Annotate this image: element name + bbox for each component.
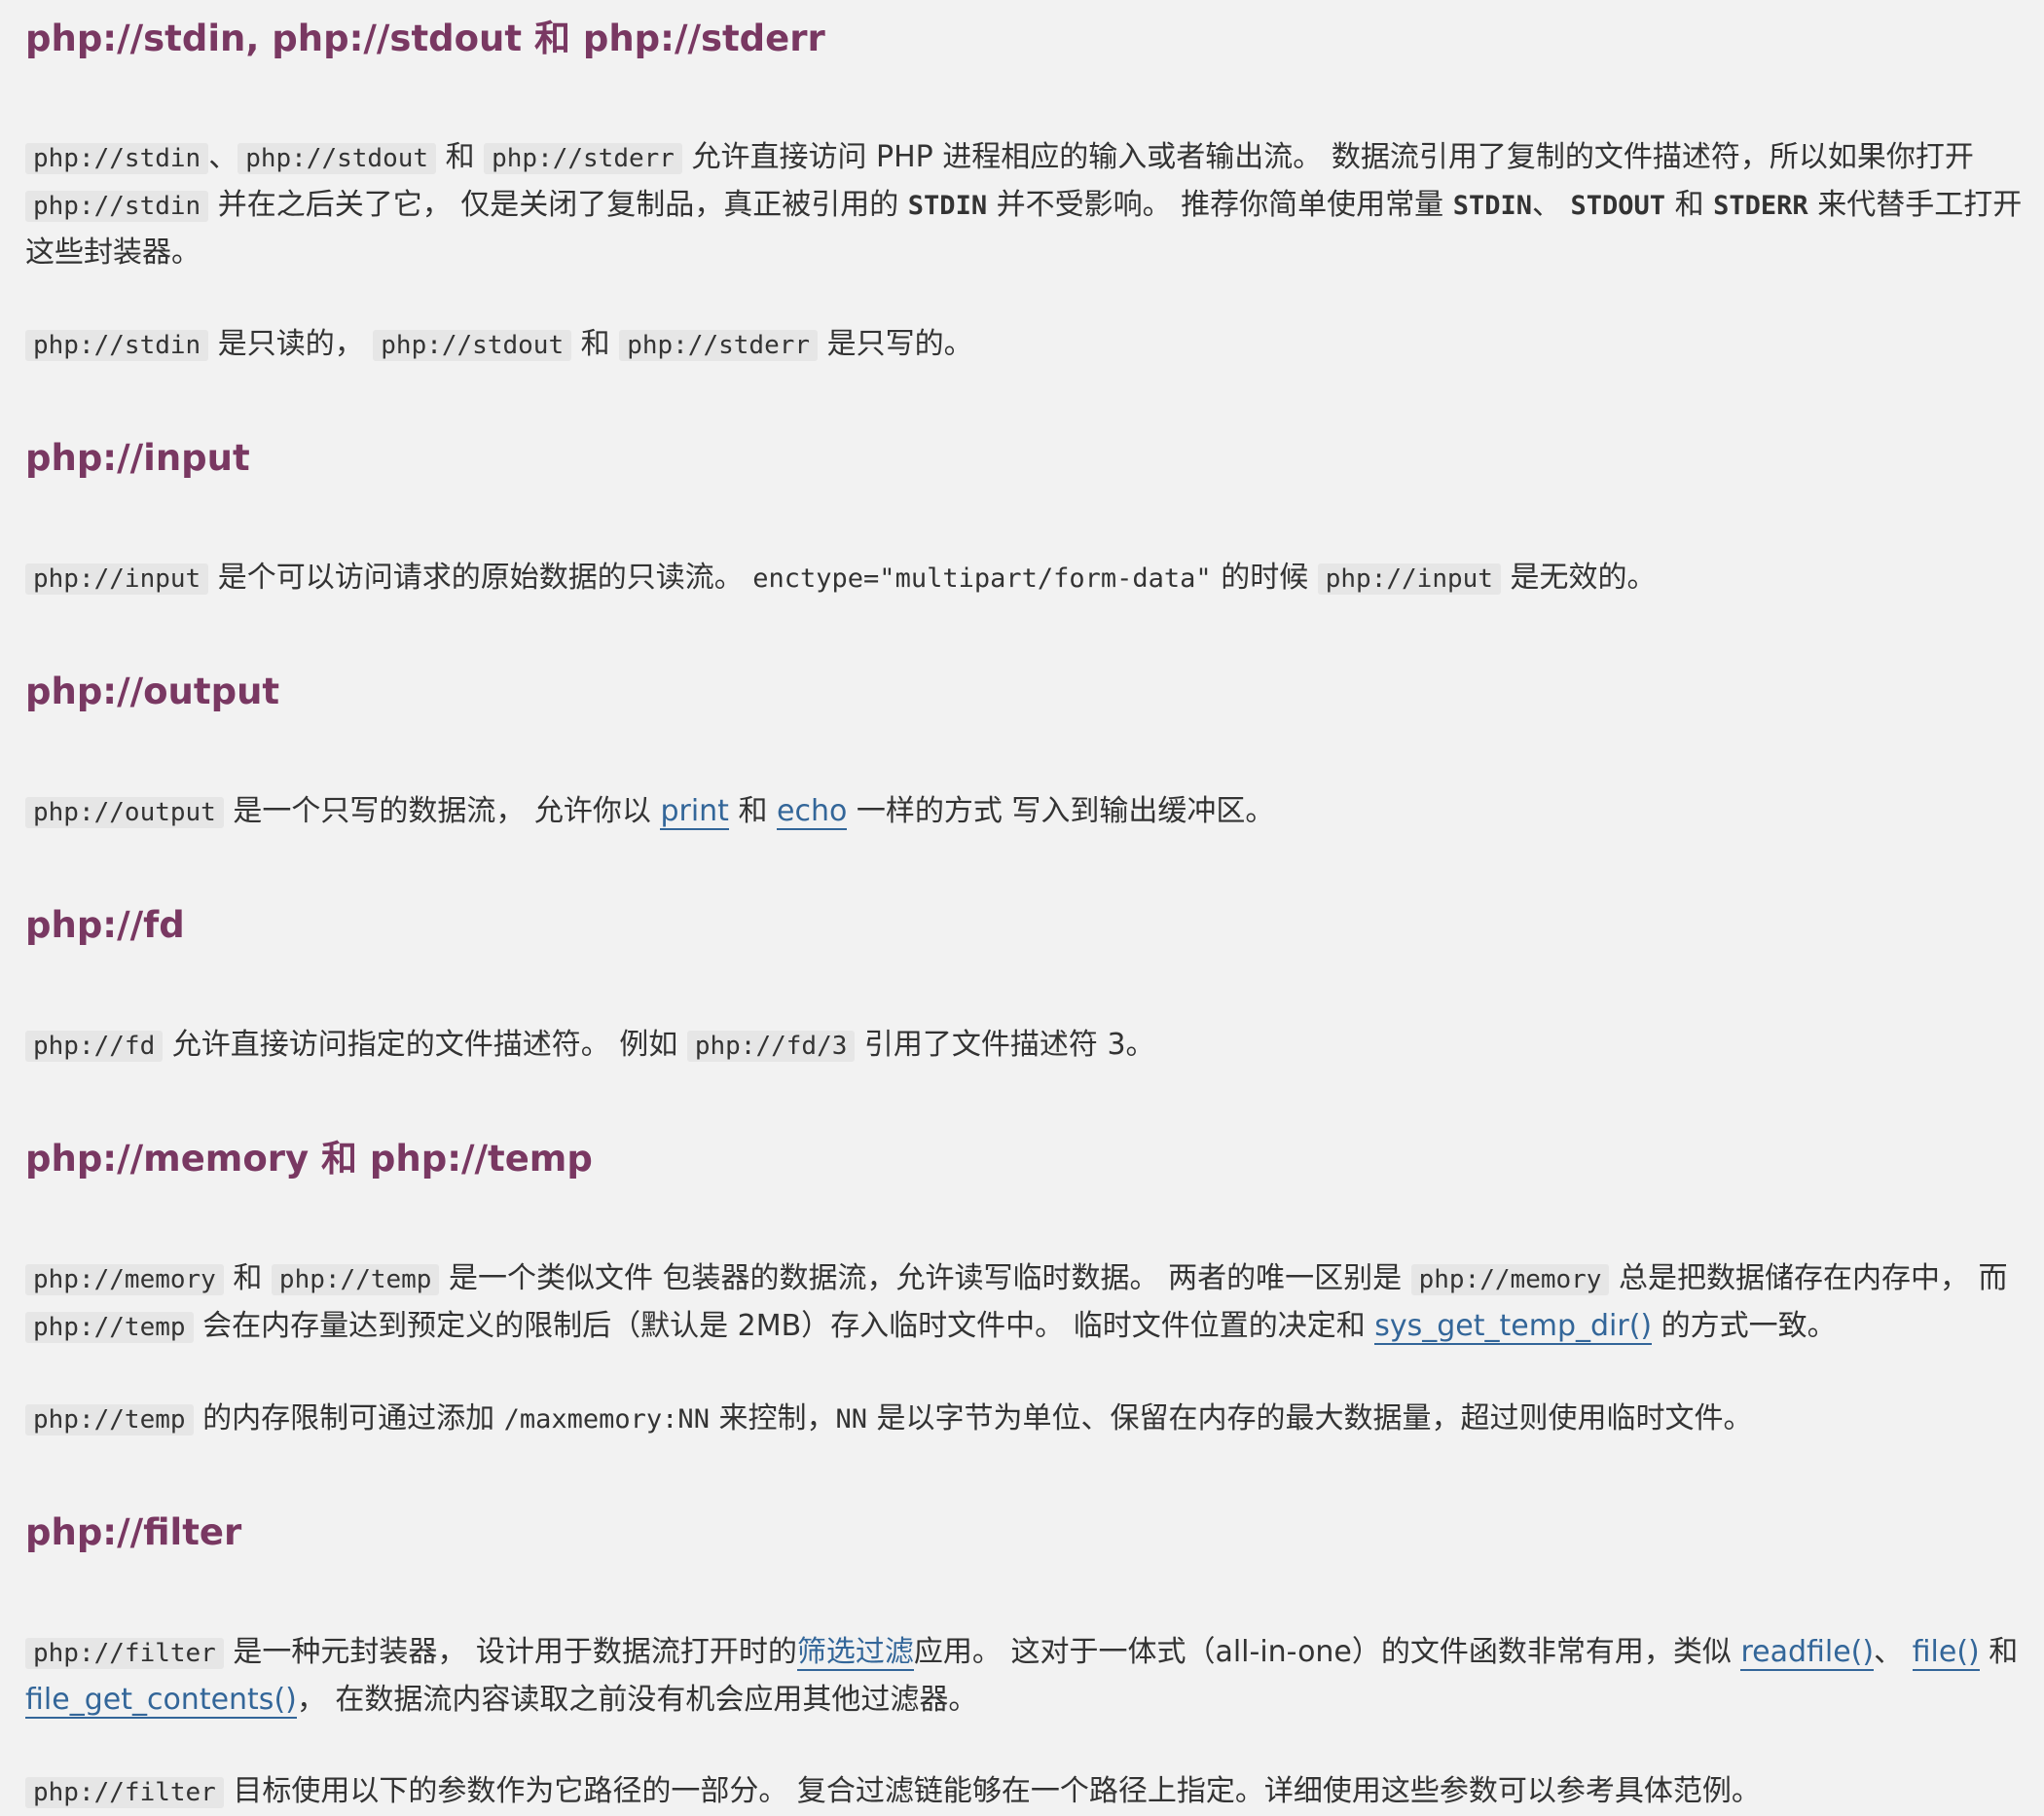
code-php-stdout: php://stdout <box>237 143 437 174</box>
text: 的方式一致。 <box>1652 1309 1837 1343</box>
section-title-memory: php://memory 和 php://temp <box>25 1138 593 1180</box>
link-filters[interactable]: 筛选过滤 <box>796 1635 914 1671</box>
section-title-output: php://output <box>25 671 280 712</box>
text: 引用了文件描述符 3。 <box>855 1028 1155 1062</box>
code-php-output: php://output <box>25 797 224 828</box>
code-php-memory: php://memory <box>1410 1264 1610 1295</box>
text: 和 <box>1979 1635 2019 1669</box>
link-sys-get-temp-dir[interactable]: sys_get_temp_dir() <box>1374 1309 1653 1345</box>
code-php-filter: php://filter <box>25 1777 224 1808</box>
code-php-input: php://input <box>1317 563 1501 595</box>
section-title-input: php://input <box>25 437 250 479</box>
paragraph-stdio-2: php://stdin 是只读的， php://stdout 和 php://s… <box>25 321 2030 369</box>
code-php-filter: php://filter <box>25 1638 224 1669</box>
code-php-stderr: php://stderr <box>619 330 819 361</box>
text: 是只读的， <box>208 327 374 361</box>
constant-stdout: STDOUT <box>1570 191 1666 221</box>
code-maxmemory: /maxmemory:NN <box>503 1404 710 1435</box>
paragraph-filter-2: php://filter 目标使用以下的参数作为它路径的一部分。 复合过滤链能够… <box>25 1768 2030 1816</box>
constant-stdin: STDIN <box>907 191 988 221</box>
text: 是无效的。 <box>1500 561 1657 595</box>
code-php-temp: php://temp <box>25 1404 194 1435</box>
section-title-fd: php://fd <box>25 904 185 946</box>
text: 应用。 这对于一体式（all-in-one）的文件函数非常有用，类似 <box>913 1635 1741 1669</box>
text: 是一个只写的数据流， 允许你以 <box>223 794 661 828</box>
code-php-fd-3: php://fd/3 <box>686 1031 856 1062</box>
text: 来控制， <box>709 1401 836 1435</box>
link-file[interactable]: file() <box>1912 1635 1980 1671</box>
link-file-get-contents[interactable]: file_get_contents() <box>25 1683 297 1719</box>
text: 是以字节为单位、保留在内存的最大数据量，超过则使用临时文件。 <box>867 1401 1753 1435</box>
text: 、 <box>208 140 238 174</box>
text: 和 <box>571 327 620 361</box>
text: 是一种元封装器， 设计用于数据流打开时的 <box>223 1635 797 1669</box>
paragraph-stdio-1: php://stdin、 php://stdout 和 php://stderr … <box>25 134 2030 275</box>
text: 是一个类似文件 包装器的数据流，允许读写临时数据。 两者的唯一区别是 <box>439 1261 1411 1295</box>
text: 、 <box>1874 1635 1913 1669</box>
text: 并不受影响。 推荐你简单使用常量 <box>987 188 1453 222</box>
text: 并在之后关了它， 仅是关闭了复制品，真正被引用的 <box>208 188 908 222</box>
text: 是只写的。 <box>818 327 973 361</box>
code-php-stderr: php://stderr <box>484 143 682 174</box>
paragraph-fd: php://fd 允许直接访问指定的文件描述符。 例如 php://fd/3 引… <box>25 1022 2030 1070</box>
code-php-stdout: php://stdout <box>373 330 572 361</box>
constant-stderr: STDERR <box>1713 191 1808 221</box>
text: 、 <box>1531 188 1571 222</box>
text: 和 <box>1665 188 1714 222</box>
code-php-stdin: php://stdin <box>25 330 209 361</box>
text: 一样的方式 写入到输出缓冲区。 <box>847 794 1275 828</box>
text: 允许直接访问指定的文件描述符。 例如 <box>163 1028 687 1062</box>
text: 目标使用以下的参数作为它路径的一部分。 复合过滤链能够在一个路径上指定。详细使用… <box>223 1774 1761 1808</box>
text: 是个可以访问请求的原始数据的只读流。 <box>208 561 753 595</box>
text: 和 <box>223 1261 272 1295</box>
code-enctype: enctype="multipart/form-data" <box>752 563 1212 594</box>
text: ， 在数据流内容读取之前没有机会应用其他过滤器。 <box>296 1683 978 1717</box>
link-readfile[interactable]: readfile() <box>1740 1635 1875 1671</box>
code-php-temp: php://temp <box>271 1264 440 1295</box>
link-print[interactable]: print <box>660 794 729 830</box>
paragraph-memory-2: php://temp 的内存限制可通过添加 /maxmemory:NN 来控制，… <box>25 1396 2030 1443</box>
code-nn: NN <box>835 1404 868 1435</box>
text: 和 <box>728 794 778 828</box>
code-php-stdin: php://stdin <box>25 143 209 174</box>
section-title-stdio: php://stdin, php://stdout 和 php://stderr <box>25 18 825 59</box>
code-php-fd: php://fd <box>25 1031 164 1062</box>
code-php-stdin: php://stdin <box>25 191 209 222</box>
text: 的时候 <box>1211 561 1318 595</box>
link-echo[interactable]: echo <box>777 794 848 830</box>
constant-stdin: STDIN <box>1452 191 1532 221</box>
paragraph-input: php://input 是个可以访问请求的原始数据的只读流。 enctype="… <box>25 555 2030 602</box>
paragraph-output: php://output 是一个只写的数据流， 允许你以 print 和 ech… <box>25 788 2030 836</box>
text: 允许直接访问 PHP 进程相应的输入或者输出流。 数据流引用了复制的文件描述符，… <box>681 140 1974 174</box>
paragraph-filter-1: php://filter 是一种元封装器， 设计用于数据流打开时的筛选过滤应用。… <box>25 1629 2030 1723</box>
code-php-temp: php://temp <box>25 1312 194 1343</box>
text: 和 <box>436 140 485 174</box>
code-php-input: php://input <box>25 563 209 595</box>
code-php-memory: php://memory <box>25 1264 224 1295</box>
text: 会在内存量达到预定义的限制后（默认是 2MB）存入临时文件中。 临时文件位置的决… <box>193 1309 1375 1343</box>
paragraph-memory-1: php://memory 和 php://temp 是一个类似文件 包装器的数据… <box>25 1255 2030 1351</box>
text: 的内存限制可通过添加 <box>193 1401 504 1435</box>
section-title-filter: php://filter <box>25 1511 242 1553</box>
text: 总是把数据储存在内存中， 而 <box>1609 1261 2008 1295</box>
